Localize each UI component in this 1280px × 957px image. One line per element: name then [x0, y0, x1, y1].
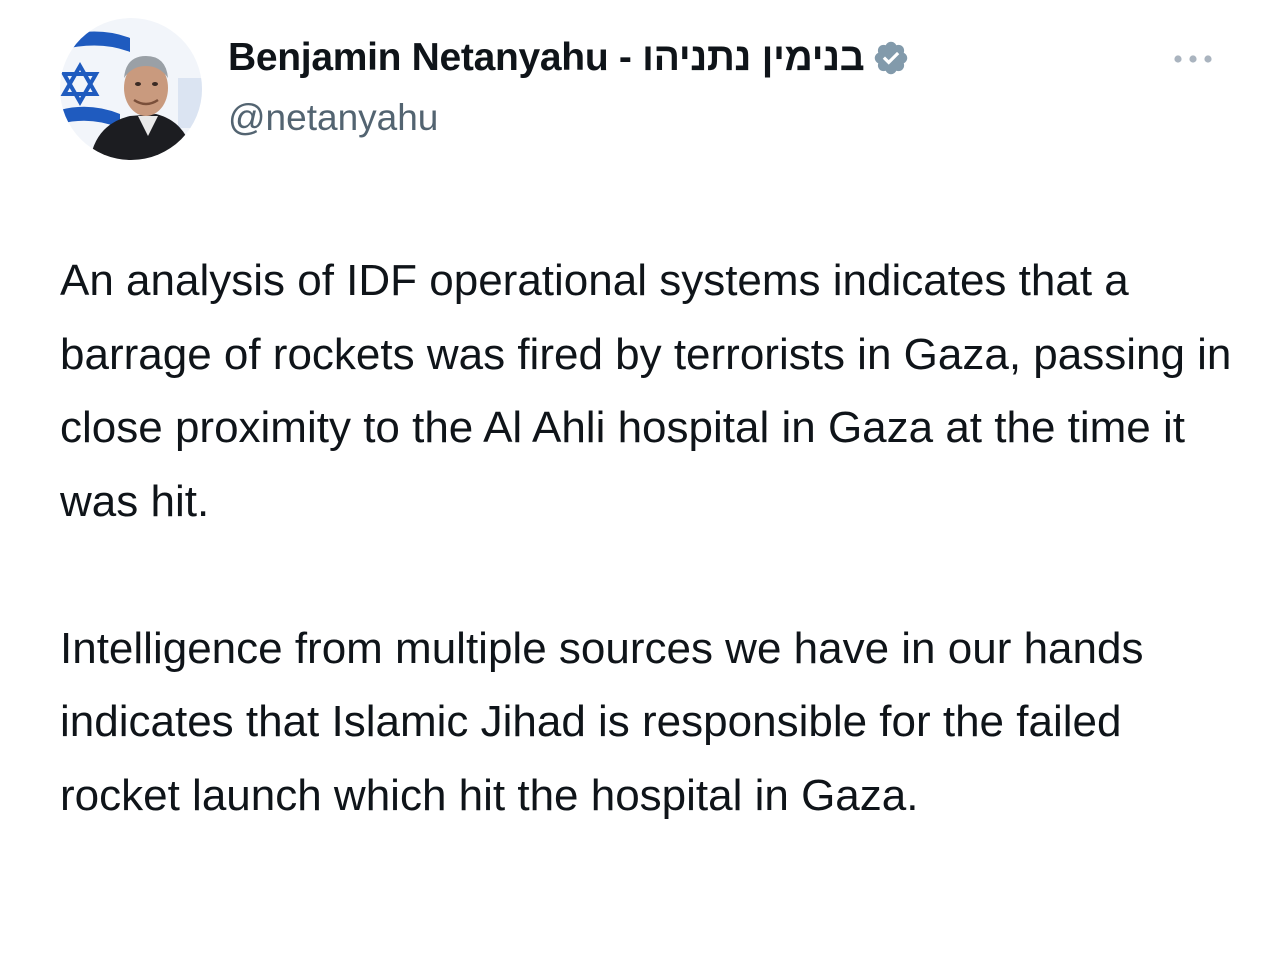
avatar-image	[60, 18, 202, 160]
author-avatar[interactable]	[60, 18, 202, 160]
tweet-text: An analysis of IDF operational systems i…	[60, 244, 1240, 832]
more-horizontal-icon	[1174, 55, 1212, 63]
author-display-name[interactable]: Benjamin Netanyahu - בנימין נתניהו	[228, 36, 865, 80]
tweet-paragraph: An analysis of IDF operational systems i…	[60, 256, 1232, 526]
more-options-button[interactable]	[1168, 44, 1218, 74]
author-name-row[interactable]: Benjamin Netanyahu - בנימין נתניהו	[228, 36, 910, 80]
tweet-card: Benjamin Netanyahu - בנימין נתניהו @neta…	[0, 0, 1280, 957]
author-handle[interactable]: @netanyahu	[228, 97, 438, 139]
tweet-paragraph: Intelligence from multiple sources we ha…	[60, 623, 1144, 820]
verified-badge-icon[interactable]	[872, 39, 910, 77]
